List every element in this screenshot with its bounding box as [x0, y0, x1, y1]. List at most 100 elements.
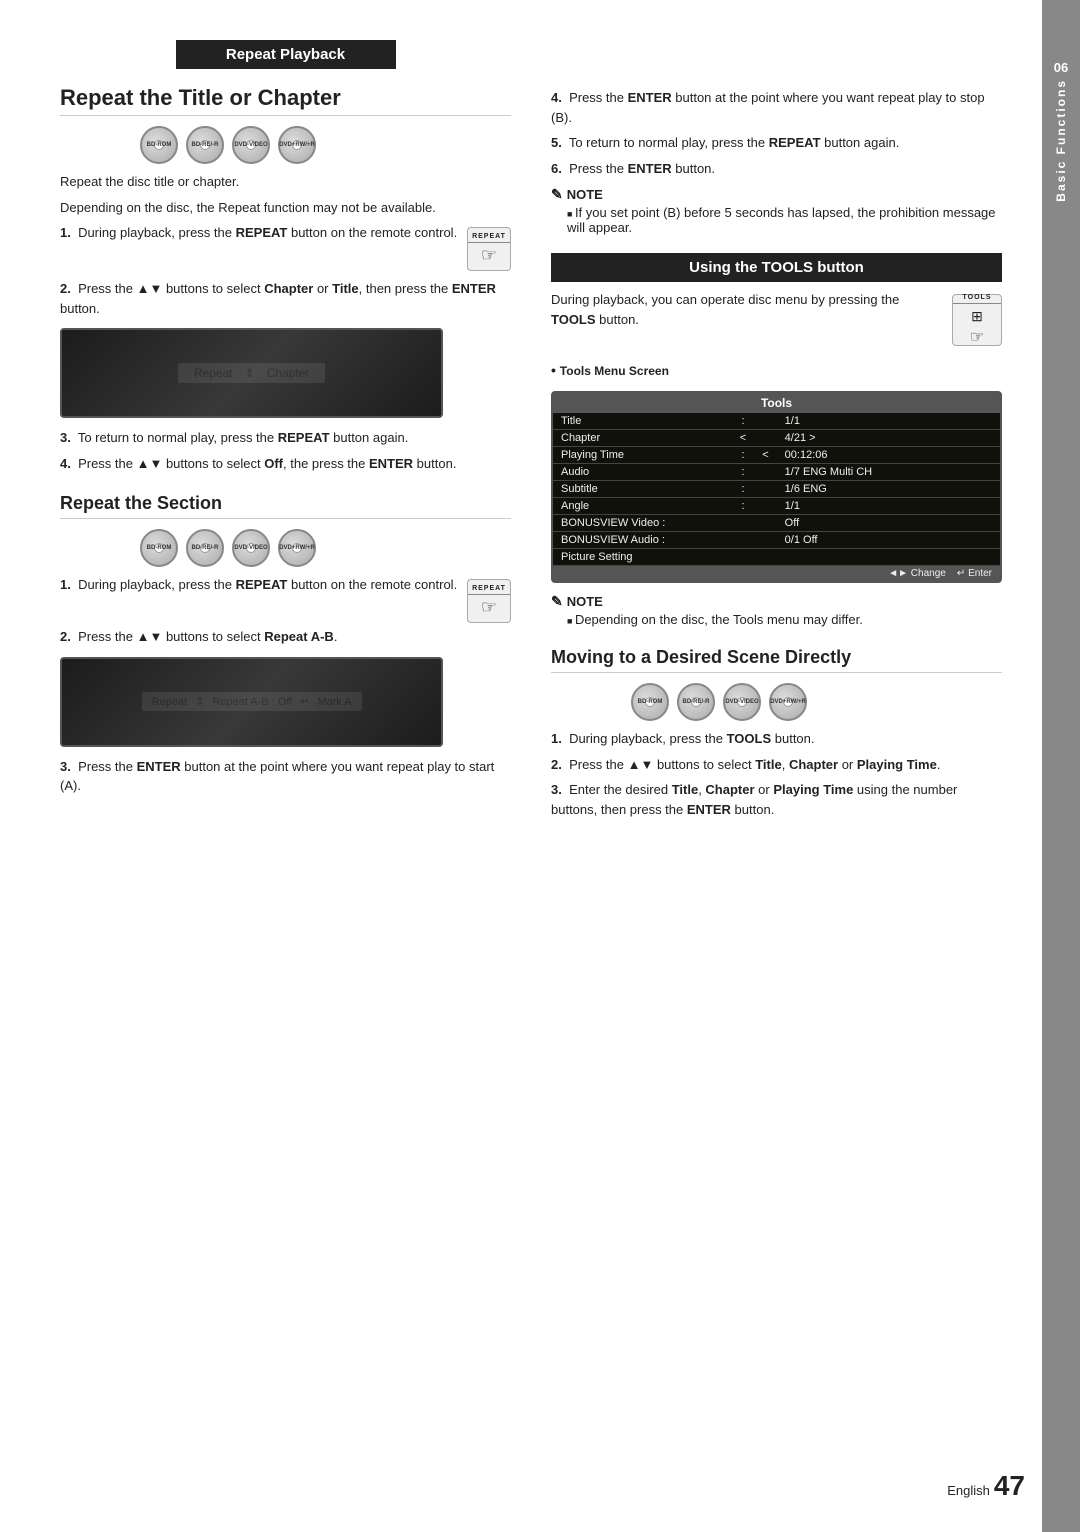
repeat-button-img-2: REPEAT ☞ [467, 579, 511, 623]
cell-pt-label: Playing Time [553, 447, 732, 464]
disc-icon-dvdrw: DVD+RW/+R [278, 126, 316, 164]
table-row-chapter: Chapter < 4/21 > [553, 430, 1000, 447]
cell-pic-sep [732, 549, 754, 566]
table-row-bonusview-audio: BONUSVIEW Audio : 0/1 Off [553, 532, 1000, 549]
repeat-btn-hand-2: ☞ [481, 597, 497, 618]
cell-pt-sep: : [732, 447, 754, 464]
table-row-audio: Audio : 1/7 ENG Multi CH [553, 464, 1000, 481]
tools-desc-text: During playback, you can operate disc me… [551, 290, 1002, 329]
cell-audio-value: 1/7 ENG Multi CH [777, 464, 1000, 481]
tools-menu-bullet: Tools Menu Screen [551, 360, 1002, 381]
cell-sub-value: 1/6 ENG [777, 481, 1000, 498]
repeat-ab-screen: Repeat ⇕ Repeat A-B : Off ↵ Mark A [60, 657, 443, 747]
section-moving-title: Moving to a Desired Scene Directly [551, 647, 1002, 673]
cell-angle-value: 1/1 [777, 498, 1000, 515]
cell-title-sep: : [732, 413, 754, 430]
repeat-button-img-1: REPEAT ☞ [467, 227, 511, 271]
note-block-1: NOTE If you set point (B) before 5 secon… [551, 186, 1002, 235]
tools-btn-hand: ☞ [970, 327, 984, 347]
disc-icon-bdrom-3: BD-ROM [631, 683, 669, 721]
cell-chapter-value: 4/21 > [777, 430, 1000, 447]
section1-title: Repeat the Title or Chapter [60, 85, 511, 116]
cell-angle-sep: : [732, 498, 754, 515]
step2-text: 2. Press the ▲▼ buttons to select Chapte… [60, 279, 511, 318]
disc-icon-dvdrw-2: DVD+RW/+R [278, 529, 316, 567]
cell-bvv-arrow [754, 515, 776, 532]
note-item-1: If you set point (B) before 5 seconds ha… [567, 205, 1002, 235]
note-list-2: Depending on the disc, the Tools menu ma… [551, 612, 1002, 627]
tools-btn-label: TOOLS [953, 294, 1001, 304]
cell-bvv-value: Off [777, 515, 1000, 532]
tools-button-img: TOOLS ⊞ ☞ [952, 294, 1002, 346]
note-block-2: NOTE Depending on the disc, the Tools me… [551, 593, 1002, 627]
cell-pic-label: Picture Setting [553, 549, 732, 566]
disc-icon-bdrom-2: BD-ROM [140, 529, 178, 567]
tools-table-header: Tools [553, 393, 1000, 413]
cell-chapter-sep: < [732, 430, 754, 447]
step3-text: 3. To return to normal play, press the R… [60, 428, 511, 448]
table-row-picture: Picture Setting [553, 549, 1000, 566]
page-number: 47 [994, 1470, 1025, 1502]
cell-angle-label: Angle [553, 498, 732, 515]
disc-icon-bdre-3: BD-RE/-R [677, 683, 715, 721]
section2-title: Repeat the Section [60, 493, 511, 519]
right-col: 4. Press the ENTER button at the point w… [541, 40, 1002, 1492]
tools-btn-icon: ⊞ [971, 308, 983, 325]
disc-icons-moving: BD-ROM BD-RE/-R DVD-VIDEO DVD+RW/+R [631, 683, 1002, 721]
tools-banner-row: Using the TOOLS button [551, 253, 1002, 282]
repeat-playback-banner-row: Repeat Playback [60, 40, 511, 81]
tools-banner: Using the TOOLS button [551, 253, 1002, 282]
section2-step2-text: 2. Press the ▲▼ buttons to select Repeat… [60, 627, 511, 647]
cell-sub-sep: : [732, 481, 754, 498]
table-row-bonusview-video: BONUSVIEW Video : Off [553, 515, 1000, 532]
cell-sub-label: Subtitle [553, 481, 732, 498]
table-row-playing-time: Playing Time : < 00:12:06 [553, 447, 1000, 464]
table-row-angle: Angle : 1/1 [553, 498, 1000, 515]
repeat-playback-banner: Repeat Playback [176, 40, 396, 69]
step1-wrapper: REPEAT ☞ 1. During playback, press the R… [60, 223, 511, 275]
note-list-1: If you set point (B) before 5 seconds ha… [551, 205, 1002, 235]
cell-bvv-label: BONUSVIEW Video : [553, 515, 732, 532]
cell-bva-sep [732, 532, 754, 549]
cell-bva-label: BONUSVIEW Audio : [553, 532, 732, 549]
moving-step2: 2. Press the ▲▼ buttons to select Title,… [551, 755, 1002, 775]
section2-step1-wrapper: REPEAT ☞ 1. During playback, press the R… [60, 575, 511, 627]
right-step4-text: 4. Press the ENTER button at the point w… [551, 88, 1002, 127]
page-wrapper: Repeat Playback Repeat the Title or Chap… [0, 0, 1080, 1532]
note-title-2: NOTE [551, 593, 1002, 610]
section2-step3-text: 3. Press the ENTER button at the point w… [60, 757, 511, 796]
step1-text: 1. During playback, press the REPEAT but… [60, 223, 511, 243]
disc-icon-dvdvideo: DVD-VIDEO [232, 126, 270, 164]
tools-table: Tools Title : 1/1 Chapter < 4/21 > [553, 393, 1000, 566]
tools-description-wrapper: TOOLS ⊞ ☞ During playback, you can opera… [551, 290, 1002, 350]
disc-icon-dvdvideo-3: DVD-VIDEO [723, 683, 761, 721]
main-content: Repeat Playback Repeat the Title or Chap… [0, 0, 1042, 1532]
disc-icons-section1: BD-ROM BD-RE/-R DVD-VIDEO DVD+RW/+R [140, 126, 511, 164]
cell-pic-arrow [754, 549, 776, 566]
cell-angle-arrow [754, 498, 776, 515]
cell-sub-arrow [754, 481, 776, 498]
cell-chapter-label: Chapter [553, 430, 732, 447]
repeat-chapter-screen: Repeat ⇕ Chapter [60, 328, 443, 418]
note-item-2: Depending on the disc, the Tools menu ma… [567, 612, 1002, 627]
disc-icon-bdre: BD-RE/-R [186, 126, 224, 164]
disc-icons-section2: BD-ROM BD-RE/-R DVD-VIDEO DVD+RW/+R [140, 529, 511, 567]
right-step6-text: 6. Press the ENTER button. [551, 159, 1002, 179]
moving-step3: 3. Enter the desired Title, Chapter or P… [551, 780, 1002, 819]
sidebar-right: 06 Basic Functions [1042, 0, 1080, 1532]
cell-title-arrow [754, 413, 776, 430]
page-footer: English 47 [947, 1470, 1025, 1502]
disc-icon-dvdrw-3: DVD+RW/+R [769, 683, 807, 721]
step4-text: 4. Press the ▲▼ buttons to select Off, t… [60, 454, 511, 474]
cell-title-label: Title [553, 413, 732, 430]
section1-desc2: Depending on the disc, the Repeat functi… [60, 198, 511, 218]
section1-desc1: Repeat the disc title or chapter. [60, 172, 511, 192]
cell-audio-label: Audio [553, 464, 732, 481]
repeat-btn-label-1: REPEAT [468, 233, 510, 243]
cell-audio-sep: : [732, 464, 754, 481]
cell-bva-arrow [754, 532, 776, 549]
table-row-subtitle: Subtitle : 1/6 ENG [553, 481, 1000, 498]
left-col: Repeat Playback Repeat the Title or Chap… [60, 40, 511, 1492]
moving-step1: 1. During playback, press the TOOLS butt… [551, 729, 1002, 749]
cell-pic-value [777, 549, 1000, 566]
